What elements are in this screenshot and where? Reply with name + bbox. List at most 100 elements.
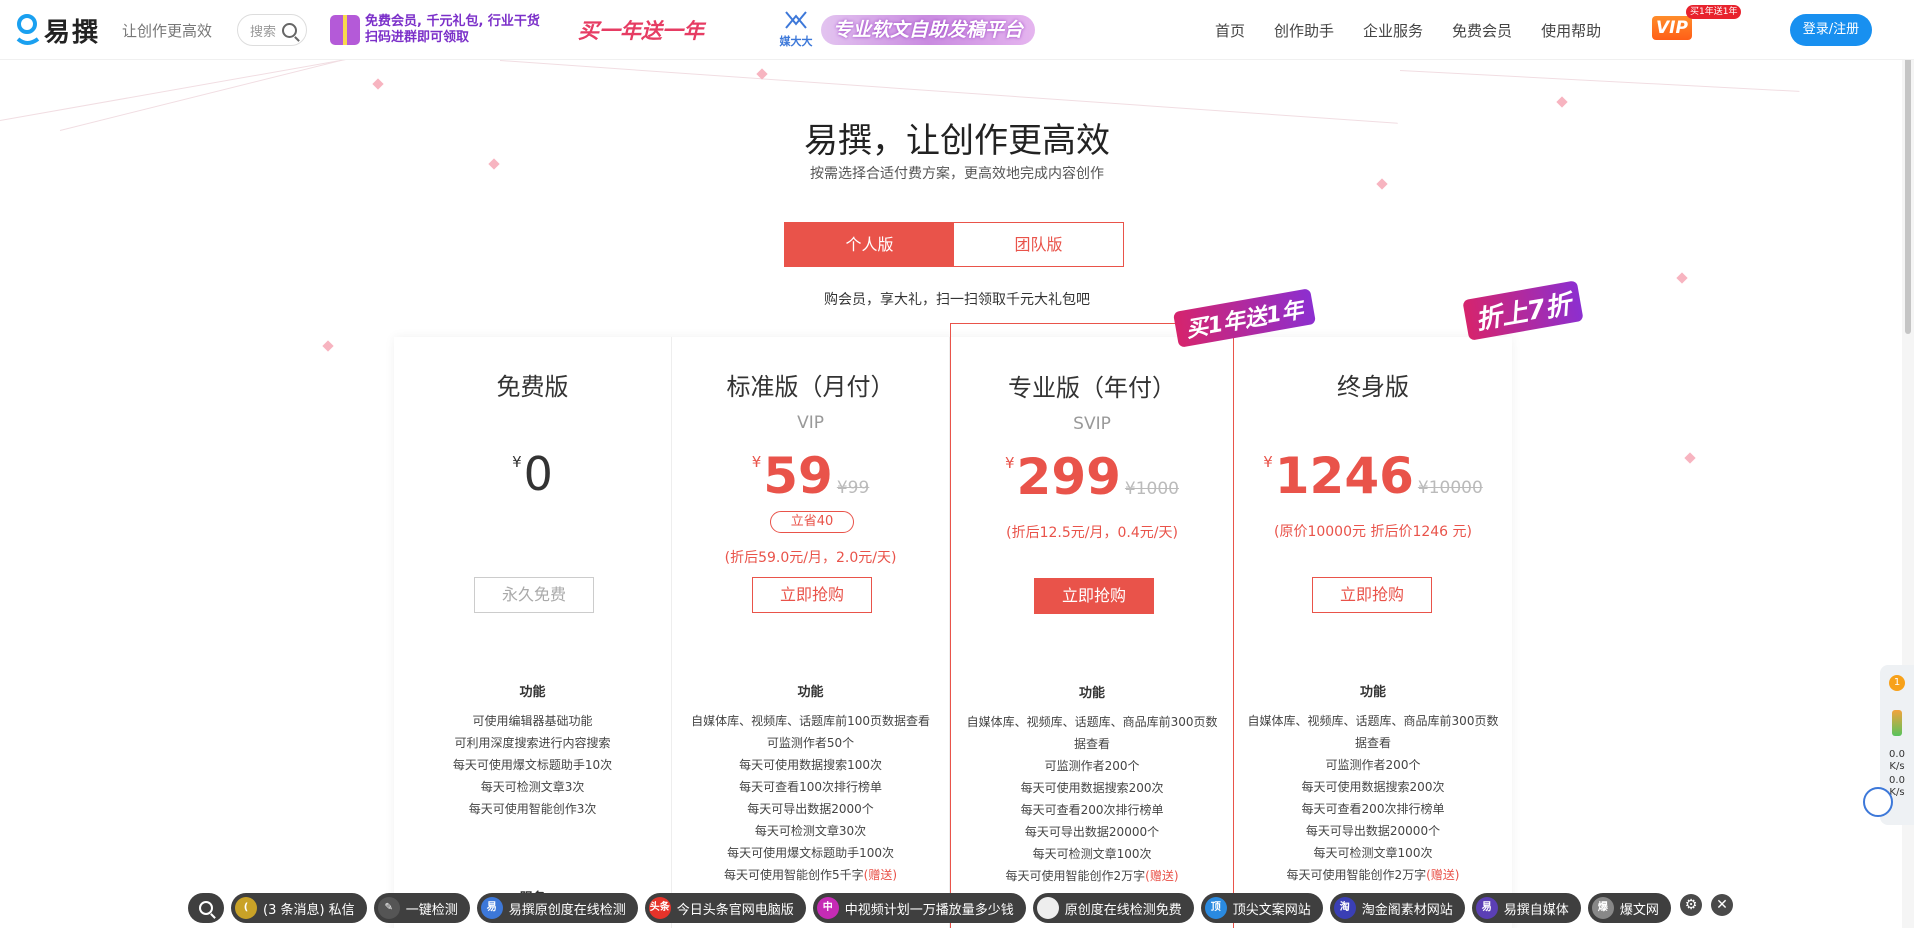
plan-card-lifetime: 终身版 ¥1246 ¥10000 (原价10000元 折后价1246 元) 立即抢… xyxy=(1234,337,1512,928)
plan-type-tabs: 个人版 团队版 xyxy=(784,222,1124,267)
feature-item: 每天可查看100次排行榜单 xyxy=(739,780,882,794)
nav-enterprise[interactable]: 企业服务 xyxy=(1363,20,1423,41)
assistant-float-icon[interactable] xyxy=(1863,787,1893,817)
nav-assistant[interactable]: 创作助手 xyxy=(1274,20,1334,41)
taskbar-item-icon: 易 xyxy=(480,897,503,919)
nav-free-member[interactable]: 免费会员 xyxy=(1452,20,1512,41)
feature-title: 功能 xyxy=(519,685,546,700)
feature-item: 每天可检测文章30次 xyxy=(754,824,867,838)
taskbar-item[interactable]: 爆爆文网 xyxy=(1587,893,1671,923)
feature-list: 自媒体库、视频库、话题库、商品库前300页数据查看 可监测作者200个 每天可使… xyxy=(961,711,1223,887)
price-amount: 299 xyxy=(1016,448,1121,506)
taskbar-item[interactable]: 头条 今日头条官网电脑版 xyxy=(644,893,806,923)
buy-now-button[interactable]: 立即抢购 xyxy=(1034,578,1155,614)
logo-text: 易撰 xyxy=(44,17,101,48)
buy-now-button[interactable]: 立即抢购 xyxy=(1312,577,1432,613)
promo-banner-meidada[interactable]: 媒大大 专业软文自助发稿平台 xyxy=(775,10,1045,50)
gift-tag: (赠送) xyxy=(1145,869,1179,883)
tab-personal[interactable]: 个人版 xyxy=(785,223,954,266)
currency-symbol: ¥ xyxy=(1263,453,1273,471)
meidada-logo-icon: 媒大大 xyxy=(775,10,817,50)
plan-name: 免费版 xyxy=(496,373,569,401)
vip-badge-icon[interactable]: VIP xyxy=(1652,16,1692,40)
search-placeholder: 搜索 xyxy=(250,24,277,40)
taskbar-item-label: 爆文网 xyxy=(1619,902,1659,918)
feature-item: 每天可导出数据20000个 xyxy=(1024,825,1160,839)
login-register-button[interactable]: 登录/注册 xyxy=(1790,14,1872,46)
meter-bar-icon xyxy=(1892,710,1902,736)
promo-banner-buy-one-get-one[interactable]: 买一年送一年 xyxy=(578,10,748,50)
logo[interactable]: 易撰 xyxy=(14,10,100,50)
currency-symbol: ¥ xyxy=(1005,454,1015,472)
taskbar-item[interactable]: 中中视频计划一万播放量多少钱 xyxy=(812,893,1026,923)
search-icon[interactable] xyxy=(282,23,297,38)
feature-item: 每天可查看200次排行榜单 xyxy=(1020,803,1164,817)
original-price: ¥1000 xyxy=(1124,479,1180,499)
taskbar-item[interactable]: ( (3 条消息) 私信 xyxy=(231,893,367,923)
taskbar-item-label: 顶尖文案网站 xyxy=(1232,902,1311,918)
feature-item: 每天可使用数据搜索200次 xyxy=(1301,780,1445,794)
feature-item: 每天可导出数据2000个 xyxy=(747,802,874,816)
taskbar-search-button[interactable] xyxy=(188,893,224,923)
meidada-logo-text: 媒大大 xyxy=(779,35,813,48)
feature-item: 每天可使用数据搜索200次 xyxy=(1020,781,1164,795)
feature-item: 每天可导出数据20000个 xyxy=(1305,824,1441,838)
close-icon[interactable]: ✕ xyxy=(1711,894,1733,916)
plan-name: 标准版（月付） xyxy=(726,373,895,401)
feature-item: 每天可使用智能创作3次 xyxy=(468,802,597,816)
discount-note: (折后12.5元/月，0.4元/天) xyxy=(1006,525,1178,541)
price-amount: 59 xyxy=(763,447,833,505)
feature-item: 每天可检测文章100次 xyxy=(1313,846,1433,860)
gift-icon xyxy=(330,15,360,45)
taskbar-item-icon xyxy=(1036,897,1059,919)
save-badge: 立省40 xyxy=(770,511,855,533)
deco-dot xyxy=(1684,452,1696,464)
logo-mark-icon xyxy=(14,13,40,47)
top-header: 易撰 让创作更高效 搜索 免费会员, 千元礼包, 行业干货 扫码进群即可领取 买… xyxy=(0,0,1914,60)
feature-item: 可监测作者200个 xyxy=(1044,759,1140,773)
feature-item: 每天可使用数据搜索100次 xyxy=(739,758,882,772)
feature-item: 每天可检测文章100次 xyxy=(1032,847,1152,861)
deco-dot xyxy=(1556,96,1568,108)
plan-name: 专业版（年付） xyxy=(1008,374,1177,402)
taskbar-item[interactable]: ✎ 一键检测 xyxy=(373,893,470,923)
feature-item: 每天可检测文章3次 xyxy=(480,780,585,794)
plan-level: VIP xyxy=(797,413,824,433)
plan-card-free: 免费版 ¥0 永久免费 功能 可使用编辑器基础功能 可利用深度搜索进行内容搜索 … xyxy=(394,337,673,928)
deco-dot xyxy=(322,340,334,352)
bottom-tab-bar: ( (3 条消息) 私信 ✎ 一键检测易易撰原创度在线检测 头条 今日头条官网电脑版中中视… xyxy=(188,893,1671,923)
plan-price: ¥59 ¥99 xyxy=(672,447,949,505)
taskbar-item[interactable]: 易易撰自媒体 xyxy=(1471,893,1581,923)
taskbar-item[interactable]: 顶顶尖文案网站 xyxy=(1200,893,1323,923)
original-price: ¥10000 xyxy=(1417,478,1483,498)
taskbar-item-icon: 爆 xyxy=(1591,897,1614,919)
taskbar-item-label: (3 条消息) 私信 xyxy=(263,902,355,918)
taskbar-item-icon: 易 xyxy=(1475,897,1498,919)
promo-banner-group[interactable]: 免费会员, 千元礼包, 行业干货 扫码进群即可领取 xyxy=(330,10,560,50)
settings-gear-icon[interactable]: ⚙ xyxy=(1680,894,1702,916)
nav-help[interactable]: 使用帮助 xyxy=(1541,20,1601,41)
taskbar-item[interactable]: 淘淘金阁素材网站 xyxy=(1329,893,1465,923)
taskbar-item[interactable]: 原创度在线检测免费 xyxy=(1032,893,1194,923)
plan-level: SVIP xyxy=(1073,414,1111,434)
taskbar-item-label: 原创度在线检测免费 xyxy=(1064,902,1182,918)
page-subtitle: 按需选择合适付费方案，更高效地完成内容创作 xyxy=(810,166,1104,182)
feature-item: 可监测作者50个 xyxy=(766,736,855,750)
currency-symbol: ¥ xyxy=(751,453,762,471)
feature-text: 每天可使用智能创作2万字 xyxy=(1286,868,1427,882)
search-input[interactable]: 搜索 xyxy=(237,14,307,46)
price-amount: 1246 xyxy=(1274,447,1414,505)
buy-now-button[interactable]: 立即抢购 xyxy=(752,577,873,613)
feature-title: 功能 xyxy=(1079,686,1106,701)
taskbar-item-icon: 中 xyxy=(816,897,839,919)
tab-team[interactable]: 团队版 xyxy=(954,223,1123,266)
feature-list: 自媒体库、视频库、话题库、商品库前300页数据查看 可监测作者200个 每天可使… xyxy=(1244,710,1502,886)
taskbar-item-icon: ✎ xyxy=(377,897,400,919)
feature-list: 自媒体库、视频库、话题库前100页数据查看 可监测作者50个 每天可使用数据搜索… xyxy=(682,710,939,886)
nav-home[interactable]: 首页 xyxy=(1215,20,1245,41)
taskbar-item[interactable]: 易易撰原创度在线检测 xyxy=(476,893,638,923)
taskbar-item-label: 中视频计划一万播放量多少钱 xyxy=(844,902,1014,918)
forever-free-button[interactable]: 永久免费 xyxy=(474,577,594,613)
taskbar-item-icon: ( xyxy=(235,897,257,919)
vip-promo-tag: 买1年送1年 xyxy=(1686,5,1742,19)
